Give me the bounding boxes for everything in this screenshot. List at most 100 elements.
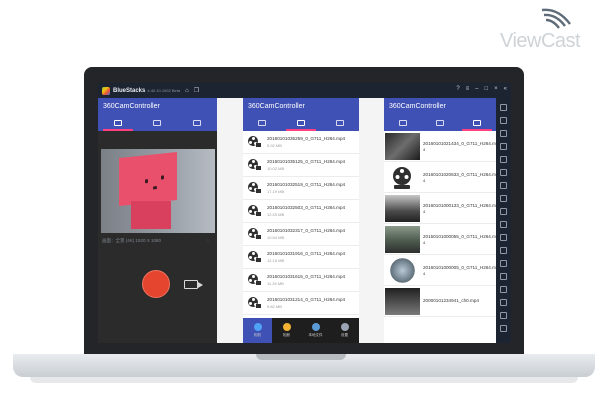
- menu-icon[interactable]: ≡: [466, 86, 470, 92]
- copy-icon[interactable]: [500, 234, 507, 241]
- bottom-nav-item[interactable]: 相机: [243, 318, 272, 343]
- file-size: 5.92 MB: [267, 143, 282, 148]
- file-name-suffix: 4: [423, 270, 426, 276]
- help-icon[interactable]: ?: [456, 86, 459, 92]
- multi-instance-icon[interactable]: ❐: [194, 87, 199, 94]
- file-list-item[interactable]: 20160101032519_0_G711_H264.mp4 17.19 MB: [243, 177, 359, 200]
- film-reel-icon: [247, 296, 261, 310]
- shake-icon[interactable]: [500, 286, 507, 293]
- thumbnail-list: 20160101021434_0_G711_H264.mp 4 2016010102…: [384, 131, 496, 317]
- phone-icon[interactable]: [500, 260, 507, 267]
- volume-down-icon[interactable]: [500, 130, 507, 137]
- pane-gap: [217, 98, 243, 343]
- file-list-item[interactable]: 20160101031916_0_G711_H264.mp4 12.15 MB: [243, 246, 359, 269]
- bottom-nav-item[interactable]: 本地文件: [301, 318, 330, 343]
- record-button[interactable]: [142, 270, 170, 298]
- home-icon[interactable]: ⌂: [185, 88, 189, 94]
- fullscreen-icon[interactable]: [500, 169, 507, 176]
- settings-icon[interactable]: [500, 299, 507, 306]
- file-size: 10.02 MB: [267, 166, 285, 171]
- box-character-body: [131, 201, 171, 229]
- app-title-bar: 360CamController: [384, 98, 496, 114]
- bottom-nav-item[interactable]: 相册: [272, 318, 301, 343]
- window-controls: ? ≡ – □ × «: [456, 86, 507, 92]
- volume-up-icon[interactable]: [500, 117, 507, 124]
- file-list-item[interactable]: 20160101032317_0_G711_H264.mp4 10.54 MB: [243, 223, 359, 246]
- file-list-item[interactable]: 20160101035259_0_G711_H264.mp4 5.92 MB: [243, 131, 359, 154]
- thumbnail-list-item[interactable]: 20160101020633_0_G711_H264.mp 4: [384, 162, 496, 193]
- file-list-pane: 360CamController 20160101035259_0_G711_H…: [243, 98, 359, 343]
- camera-refresh-icon[interactable]: ◌: [206, 238, 209, 244]
- file-list-item[interactable]: 20160101035125_0_G711_H264.mp4 10.02 MB: [243, 154, 359, 177]
- nav-icon: [311, 323, 320, 331]
- file-list-item[interactable]: 20160101031214_0_G711_H264.mp4 9.82 MB: [243, 292, 359, 315]
- tab-settings-icon[interactable]: [193, 119, 202, 126]
- video-thumbnail: [385, 163, 420, 191]
- keyboard-icon[interactable]: [500, 156, 507, 163]
- file-size: 17.19 MB: [267, 189, 285, 194]
- collapse-icon[interactable]: «: [504, 86, 507, 92]
- eye: [161, 175, 164, 180]
- file-name: 20160101035125_0_G711_H264.mp4: [267, 159, 346, 164]
- eye: [145, 179, 148, 184]
- tab-album-icon[interactable]: [296, 119, 305, 126]
- film-reel-icon: [247, 181, 261, 195]
- home-icon[interactable]: [500, 325, 507, 332]
- camera-icon[interactable]: [500, 208, 507, 215]
- rotate-icon[interactable]: [500, 182, 507, 189]
- viewcast-wordmark: ViewCast: [500, 30, 581, 52]
- file-name-suffix: 4: [423, 239, 426, 245]
- thumbnail-list-item[interactable]: 20150101000055_0_G711_H264.mp 4: [384, 224, 496, 255]
- tab-album-icon[interactable]: [153, 119, 162, 126]
- thumbnail-list-item[interactable]: 20000101234941_ch0.mp4: [384, 286, 496, 317]
- file-size: 12.53 MB: [267, 212, 285, 217]
- tab-bar: [243, 114, 359, 131]
- layers-icon[interactable]: [500, 247, 507, 254]
- box-character-head: [119, 151, 177, 207]
- back-icon[interactable]: [500, 312, 507, 319]
- video-thumbnail: [385, 287, 420, 315]
- laptop-shadow: [30, 377, 578, 383]
- nav-icon: [282, 323, 291, 331]
- nav-icon: [340, 323, 349, 331]
- video-thumbnail: [385, 132, 420, 160]
- bottom-nav-item[interactable]: 设置: [330, 318, 359, 343]
- file-name: 20160101031615_0_G711_H264.mp4: [267, 274, 346, 279]
- minimize-icon[interactable]: –: [475, 86, 478, 92]
- close-icon[interactable]: ×: [494, 86, 498, 92]
- laptop-screen: BlueStacks 4.40.10.1002 Beta ⌂ ❐ ? ≡ – □…: [98, 83, 511, 343]
- thumbnail-list-item[interactable]: 20160101000005_0_G711_H264.mp 4: [384, 255, 496, 286]
- camera-preview[interactable]: [101, 149, 215, 233]
- film-reel-icon: [247, 158, 261, 172]
- tab-album-icon[interactable]: [435, 119, 444, 126]
- file-list-item[interactable]: 20160101032503_0_G711_H264.mp4 12.53 MB: [243, 200, 359, 223]
- thumbnail-list-item[interactable]: 20160101000133_0_G711_H264.mp 4: [384, 193, 496, 224]
- app-title-bar: 360CamController: [98, 98, 217, 114]
- expand-icon[interactable]: [500, 104, 507, 111]
- thumbnail-list-item[interactable]: 20160101021434_0_G711_H264.mp 4: [384, 131, 496, 162]
- tab-settings-icon[interactable]: [473, 119, 482, 126]
- tab-camera-icon[interactable]: [398, 119, 407, 126]
- film-reel-icon: [247, 227, 261, 241]
- video-icon[interactable]: [500, 143, 507, 150]
- tab-settings-icon[interactable]: [335, 119, 344, 126]
- tab-camera-icon[interactable]: [113, 119, 122, 126]
- video-thumbnail: [385, 194, 420, 222]
- video-mode-icon[interactable]: [184, 280, 203, 289]
- tab-bar: [98, 114, 217, 131]
- app-title: 360CamController: [103, 102, 160, 110]
- file-name: 20160101031916_0_G711_H264.mp4: [267, 251, 346, 256]
- film-reel-icon: [247, 273, 261, 287]
- tab-camera-icon[interactable]: [258, 119, 267, 126]
- viewcast-logo: ViewCast: [496, 6, 596, 52]
- location-icon[interactable]: [500, 273, 507, 280]
- nav-label: 本地文件: [308, 333, 323, 337]
- apk-icon[interactable]: [500, 195, 507, 202]
- nav-label: 设置: [341, 333, 348, 337]
- folder-icon[interactable]: [500, 221, 507, 228]
- stage: ViewCast BlueStacks 4.40.10.1002 Beta ⌂ …: [0, 0, 602, 414]
- file-size: 12.15 MB: [267, 258, 285, 263]
- maximize-icon[interactable]: □: [485, 86, 489, 92]
- file-list-item[interactable]: 20160101031615_0_G711_H264.mp4 11.25 MB: [243, 269, 359, 292]
- camera-pane: 360CamController 画面：全景 (4K) 1920 X 1080 …: [98, 98, 217, 343]
